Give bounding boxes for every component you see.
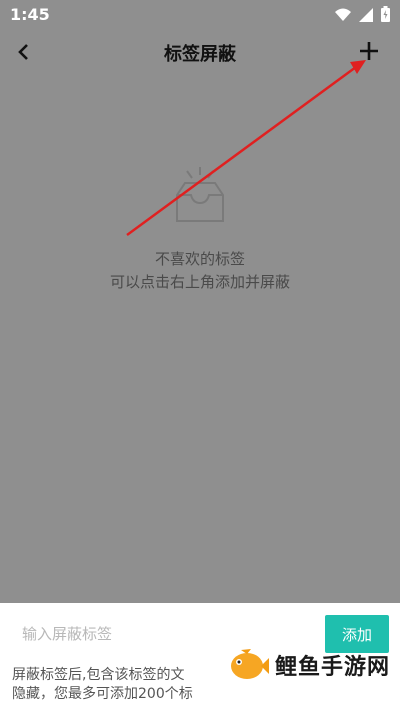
- empty-state-title: 不喜欢的标签: [154, 250, 245, 268]
- navigation-bar: 标签屏蔽: [0, 28, 400, 76]
- hint-text: 屏蔽标签后,包含该标签的文 隐藏，您最多可添加200个标: [12, 666, 202, 704]
- hint-line-2: 隐藏，您最多可添加200个标: [12, 686, 193, 702]
- hint-line-1: 屏蔽标签后,包含该标签的文: [12, 667, 185, 683]
- fish-logo-icon: [230, 649, 269, 679]
- page-title: 标签屏蔽: [164, 44, 236, 65]
- plus-icon: [360, 42, 378, 60]
- empty-state-subtitle: 可以点击右上角添加并屏蔽: [109, 273, 290, 291]
- empty-inbox-illustration: [165, 165, 235, 225]
- status-bar: 1:45: [0, 0, 400, 28]
- status-time: 1:45: [10, 5, 50, 24]
- signal-icon: [359, 7, 373, 26]
- add-tag-sheet: 添加 屏蔽标签后,包含该标签的文 隐藏，您最多可添加200个标 鲤鱼手游网: [0, 603, 400, 711]
- battery-icon: [381, 6, 390, 26]
- add-tag-button[interactable]: [354, 36, 384, 66]
- status-icons: [335, 6, 390, 26]
- annotation-arrow: [126, 60, 366, 237]
- app-screen: 1:45 标签屏蔽 不喜欢的标签 可以点击右上角添加并屏蔽: [0, 0, 400, 603]
- watermark: 鲤鱼手游网: [227, 646, 390, 684]
- wifi-icon: [335, 7, 351, 26]
- watermark-text: 鲤鱼手游网: [274, 655, 390, 680]
